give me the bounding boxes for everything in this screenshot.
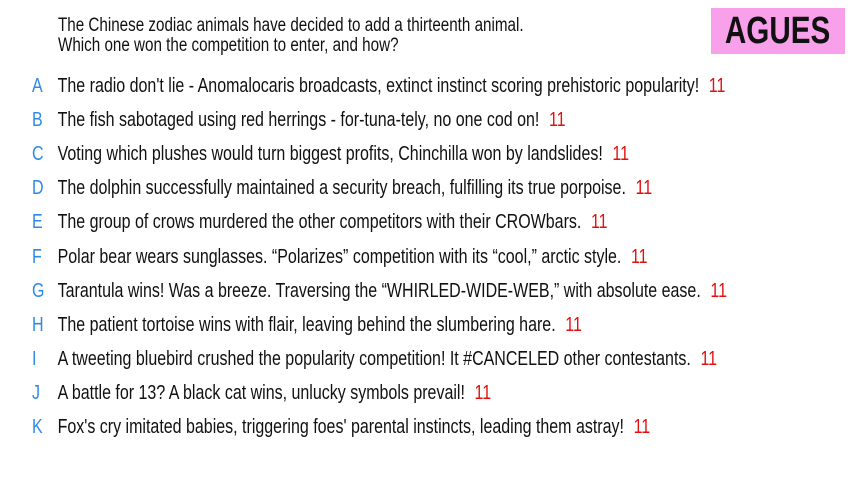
answer-row[interactable]: K Fox's cry imitated babies, triggering f… xyxy=(32,415,650,439)
answer-text: The patient tortoise wins with flair, le… xyxy=(57,313,556,336)
answer-text: The group of crows murdered the other co… xyxy=(57,211,582,234)
answer-text: A battle for 13? A black cat wins, unluc… xyxy=(57,381,465,404)
answer-text: The dolphin successfully maintained a se… xyxy=(57,177,626,200)
answer-score: 11 xyxy=(635,177,653,200)
answer-letter: E xyxy=(32,211,43,234)
answer-row[interactable]: A The radio don't lie - Anomalocaris broa… xyxy=(32,74,725,98)
answer-letter: H xyxy=(32,313,44,336)
answer-score: 11 xyxy=(565,313,582,336)
answer-letter: J xyxy=(32,381,40,404)
answer-row[interactable]: J A battle for 13? A black cat wins, unlu… xyxy=(32,381,491,405)
agues-badge: AGUES xyxy=(711,8,845,54)
answer-score: 11 xyxy=(630,245,648,268)
answer-letter: F xyxy=(32,245,42,268)
answer-text: Tarantula wins! Was a breeze. Traversing… xyxy=(57,279,701,302)
answer-letter: K xyxy=(32,416,43,438)
answer-score: 11 xyxy=(633,416,651,438)
answer-letter: I xyxy=(32,347,37,370)
answer-row[interactable]: H The patient tortoise wins with flair, l… xyxy=(32,313,582,337)
answer-score: 11 xyxy=(548,109,566,132)
answer-letter: D xyxy=(32,177,44,200)
answer-letter: A xyxy=(32,75,43,97)
answer-text: Fox's cry imitated babies, triggering fo… xyxy=(57,416,624,438)
answer-text: The fish sabotaged using red herrings - … xyxy=(57,109,540,132)
badge-label: AGUES xyxy=(725,9,831,52)
answer-row[interactable]: E The group of crows murdered the other c… xyxy=(32,210,608,234)
answer-row[interactable]: B The fish sabotaged using red herrings -… xyxy=(32,108,566,132)
answer-text: Polar bear wears sunglasses. “Polarizes”… xyxy=(57,245,622,268)
answer-text: A tweeting bluebird crushed the populari… xyxy=(57,347,691,370)
answer-letter: C xyxy=(32,143,44,166)
answer-score: 11 xyxy=(710,279,727,302)
answer-row[interactable]: G Tarantula wins! Was a breeze. Traversin… xyxy=(32,279,727,303)
answer-score: 11 xyxy=(590,211,608,234)
answer-score: 11 xyxy=(474,381,492,404)
answer-row[interactable]: D The dolphin successfully maintained a s… xyxy=(32,176,652,200)
answer-score: 11 xyxy=(612,143,630,166)
question-line-1: The Chinese zodiac animals have decided … xyxy=(58,15,524,36)
answer-score: 11 xyxy=(700,347,718,370)
answer-letter: G xyxy=(32,279,45,302)
answer-score: 11 xyxy=(708,75,726,97)
answer-row[interactable]: F Polar bear wears sunglasses. “Polarizes… xyxy=(32,245,648,269)
answer-text: The radio don't lie - Anomalocaris broad… xyxy=(57,75,700,97)
answer-row[interactable]: I A tweeting bluebird crushed the popular… xyxy=(32,347,717,371)
answer-text: Voting which plushes would turn biggest … xyxy=(57,143,603,166)
answer-row[interactable]: C Voting which plushes would turn biggest… xyxy=(32,142,629,166)
question-line-2: Which one won the competition to enter, … xyxy=(58,35,399,56)
question: The Chinese zodiac animals have decided … xyxy=(58,16,524,56)
answer-letter: B xyxy=(32,109,43,132)
